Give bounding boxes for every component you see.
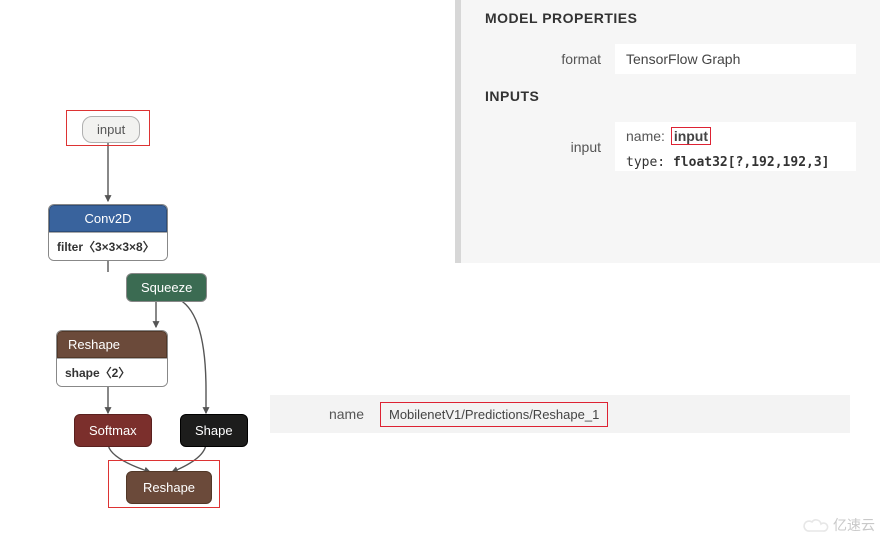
output-name-label: name	[270, 406, 380, 422]
node-header: Conv2D	[49, 205, 167, 232]
output-name-row: name MobilenetV1/Predictions/Reshape_1	[270, 395, 850, 433]
node-label: Softmax	[89, 423, 137, 438]
graph-edges	[0, 0, 300, 540]
format-label: format	[485, 51, 615, 67]
node-attr-filter: filter〈3×3×3×8〉	[49, 232, 167, 260]
watermark-text: 亿速云	[833, 515, 875, 535]
node-shape[interactable]: Shape	[180, 414, 248, 447]
input-type-value: float32[?,192,192,3]	[673, 155, 830, 170]
node-header: Reshape	[57, 331, 167, 358]
node-label: Reshape	[143, 480, 195, 495]
row-format: format TensorFlow Graph	[485, 44, 856, 74]
section-inputs: INPUTS	[485, 88, 856, 104]
node-label: Shape	[195, 423, 233, 438]
cloud-icon	[803, 517, 829, 533]
row-input-name: input name: input type: float32[?,192,19…	[485, 122, 856, 171]
node-attr-shape: shape〈2〉	[57, 358, 167, 386]
node-label: input	[97, 122, 125, 137]
node-label: Squeeze	[141, 280, 192, 295]
node-reshape-a[interactable]: Reshape shape〈2〉	[56, 330, 168, 387]
node-conv2d[interactable]: Conv2D filter〈3×3×3×8〉	[48, 204, 168, 261]
node-softmax[interactable]: Softmax	[74, 414, 152, 447]
properties-panel: MODEL PROPERTIES format TensorFlow Graph…	[455, 0, 880, 263]
input-name-value: input	[671, 127, 711, 145]
section-model-properties: MODEL PROPERTIES	[485, 10, 856, 26]
input-name-key: name:	[626, 128, 665, 144]
node-squeeze[interactable]: Squeeze	[126, 273, 207, 302]
input-label: input	[485, 139, 615, 155]
output-name-value: MobilenetV1/Predictions/Reshape_1	[380, 402, 608, 427]
watermark: 亿速云	[803, 515, 875, 535]
node-reshape-b[interactable]: Reshape	[126, 471, 212, 504]
input-type-key: type:	[626, 155, 665, 170]
node-input[interactable]: input	[82, 116, 140, 143]
format-value: TensorFlow Graph	[615, 44, 856, 74]
